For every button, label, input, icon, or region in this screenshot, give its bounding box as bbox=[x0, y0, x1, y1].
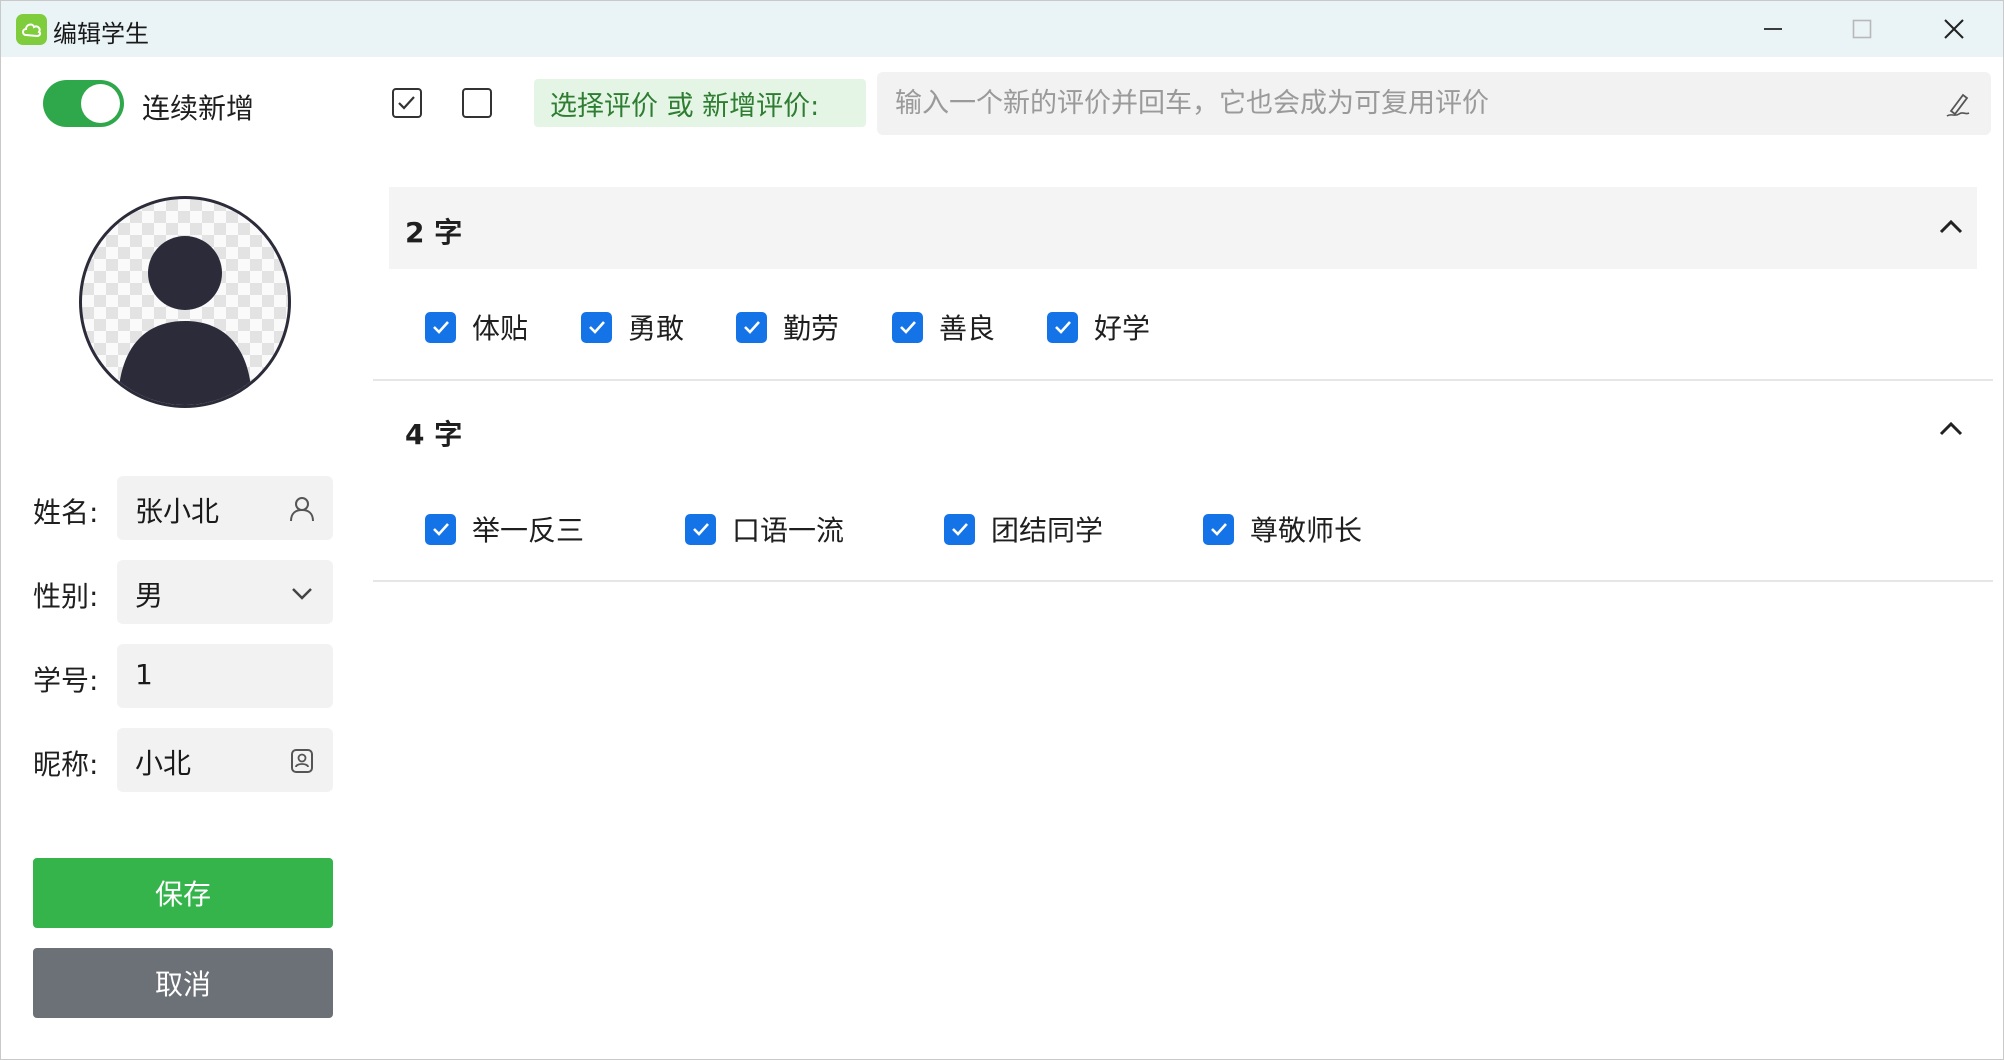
eval-item-label: 勤劳 bbox=[783, 312, 840, 345]
checkbox-checked[interactable] bbox=[425, 311, 456, 343]
eval-item[interactable]: 好学 bbox=[1047, 307, 1150, 347]
check-icon bbox=[432, 321, 449, 334]
checkbox-checked[interactable] bbox=[944, 513, 975, 545]
group-title: 4 字 bbox=[405, 418, 463, 451]
continuous-add-label: 连续新增 bbox=[142, 92, 255, 125]
continuous-add-toggle[interactable] bbox=[43, 80, 124, 127]
chevron-up-icon[interactable] bbox=[1935, 413, 1967, 445]
checkbox-checked[interactable] bbox=[736, 311, 767, 343]
eval-item[interactable]: 勤劳 bbox=[736, 307, 839, 347]
select-all-checkbox[interactable] bbox=[392, 88, 422, 118]
gender-value: 男 bbox=[135, 579, 164, 612]
pen-icon[interactable] bbox=[1943, 89, 1973, 119]
check-icon bbox=[432, 523, 449, 536]
eval-item-label: 勇敢 bbox=[628, 312, 685, 345]
divider bbox=[373, 379, 1993, 381]
nickname-field[interactable]: 小北 bbox=[117, 728, 333, 792]
eval-item[interactable]: 尊敬师长 bbox=[1203, 509, 1362, 549]
name-value: 张小北 bbox=[135, 495, 220, 528]
toggle-knob bbox=[81, 84, 120, 123]
minimize-icon bbox=[1764, 28, 1782, 30]
gender-label: 性别: bbox=[33, 580, 99, 613]
eval-item-label: 口语一流 bbox=[732, 514, 845, 547]
group-header-2char[interactable]: 2 字 bbox=[389, 187, 1977, 269]
checkbox-checked[interactable] bbox=[892, 311, 923, 343]
save-button[interactable]: 保存 bbox=[33, 858, 333, 928]
name-field[interactable]: 张小北 bbox=[117, 476, 333, 540]
check-icon bbox=[398, 96, 415, 110]
eval-item[interactable]: 团结同学 bbox=[944, 509, 1103, 549]
title-bar: 编辑学生 bbox=[1, 1, 2003, 57]
check-icon bbox=[1054, 321, 1071, 334]
check-icon bbox=[692, 523, 709, 536]
cancel-button[interactable]: 取消 bbox=[33, 948, 333, 1018]
close-button[interactable] bbox=[1909, 1, 1999, 57]
user-icon bbox=[290, 497, 314, 522]
group-title: 2 字 bbox=[405, 216, 463, 249]
eval-item-label: 举一反三 bbox=[472, 514, 585, 547]
window-title: 编辑学生 bbox=[53, 20, 149, 48]
maximize-icon bbox=[1852, 19, 1872, 39]
checkbox-checked[interactable] bbox=[581, 311, 612, 343]
close-icon bbox=[1944, 19, 1964, 39]
eval-item-label: 团结同学 bbox=[991, 514, 1104, 547]
check-icon bbox=[1210, 523, 1227, 536]
nickname-label: 昵称: bbox=[33, 748, 99, 781]
check-icon bbox=[899, 321, 916, 334]
group-header-4char[interactable]: 4 字 bbox=[389, 389, 1977, 471]
eval-prompt-tag: 选择评价 或 新增评价: bbox=[534, 79, 866, 127]
check-icon bbox=[951, 523, 968, 536]
checkbox-checked[interactable] bbox=[1203, 513, 1234, 545]
name-label: 姓名: bbox=[33, 496, 99, 529]
divider bbox=[373, 580, 1993, 582]
eval-item[interactable]: 举一反三 bbox=[425, 509, 584, 549]
student-no-field[interactable]: 1 bbox=[117, 644, 333, 708]
checkbox-checked[interactable] bbox=[425, 513, 456, 545]
chevron-down-icon bbox=[292, 588, 312, 600]
eval-item[interactable]: 体贴 bbox=[425, 307, 528, 347]
eval-item[interactable]: 口语一流 bbox=[685, 509, 844, 549]
nickname-value: 小北 bbox=[135, 747, 192, 780]
student-no-value: 1 bbox=[135, 658, 153, 691]
check-icon bbox=[743, 321, 760, 334]
id-card-icon bbox=[291, 749, 313, 773]
select-none-checkbox[interactable] bbox=[462, 88, 492, 118]
app-logo-icon bbox=[16, 14, 47, 45]
gender-select[interactable]: 男 bbox=[117, 560, 333, 624]
checkbox-checked[interactable] bbox=[1047, 311, 1078, 343]
person-avatar-icon bbox=[118, 236, 252, 405]
chevron-up-icon[interactable] bbox=[1935, 211, 1967, 243]
eval-item[interactable]: 善良 bbox=[892, 307, 995, 347]
edit-student-window: 编辑学生 连续新增 姓名: 张小北 性别: 男 学号: 1 昵称: 小北 保存 … bbox=[0, 0, 2004, 1060]
eval-item-label: 好学 bbox=[1094, 312, 1151, 345]
eval-item-label: 善良 bbox=[939, 312, 996, 345]
eval-item-label: 体贴 bbox=[472, 312, 529, 345]
avatar[interactable] bbox=[79, 196, 291, 408]
check-icon bbox=[588, 321, 605, 334]
maximize-button[interactable] bbox=[1817, 1, 1907, 57]
eval-item[interactable]: 勇敢 bbox=[581, 307, 684, 347]
checkbox-checked[interactable] bbox=[685, 513, 716, 545]
student-no-label: 学号: bbox=[33, 664, 99, 697]
eval-item-label: 尊敬师长 bbox=[1250, 514, 1363, 547]
minimize-button[interactable] bbox=[1728, 1, 1818, 57]
new-eval-input[interactable] bbox=[877, 72, 1991, 135]
